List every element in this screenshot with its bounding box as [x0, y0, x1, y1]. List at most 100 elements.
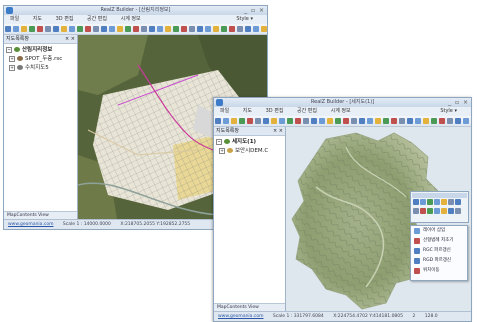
layer-item[interactable]: + 보안시DEM.C: [216, 147, 283, 156]
menu-3d-edit[interactable]: 3D 편집: [56, 15, 74, 24]
toolbar-tool-icon[interactable]: [391, 118, 397, 124]
toolbar-tool-icon[interactable]: [197, 26, 203, 32]
window-controls[interactable]: _ ▫ ×: [448, 98, 469, 107]
toolbar-tool-icon[interactable]: [383, 118, 389, 124]
window-controls[interactable]: _ ▫ ×: [244, 6, 265, 15]
toolbar-tool-icon[interactable]: [53, 26, 59, 32]
menu-file[interactable]: 파일: [220, 107, 229, 116]
toolbar-tool-icon[interactable]: [415, 118, 421, 124]
toolbar-tool-icon[interactable]: [149, 26, 155, 32]
toolbar-tool-icon[interactable]: [319, 118, 325, 124]
expand-icon[interactable]: +: [9, 55, 15, 62]
toolbar-tool-icon[interactable]: [407, 118, 413, 124]
save-icon[interactable]: [448, 208, 454, 214]
toolbar-tool-icon[interactable]: [221, 26, 227, 32]
toolbar-tool-icon[interactable]: [61, 26, 67, 32]
toolbar-tool-icon[interactable]: [77, 26, 83, 32]
undo-view-icon[interactable]: [420, 199, 426, 205]
toolbar-tool-icon[interactable]: [343, 118, 349, 124]
zoom-in-icon[interactable]: [448, 199, 454, 205]
toolbar-tool-icon[interactable]: [439, 118, 445, 124]
toolbar-tool-icon[interactable]: [133, 26, 139, 32]
toolbar-tool-icon[interactable]: [423, 118, 429, 124]
layers-icon[interactable]: [455, 208, 461, 214]
toolbar-tool-icon[interactable]: [399, 118, 405, 124]
menu-view-info[interactable]: 시계 정보: [331, 107, 351, 116]
toolbar-tool-icon[interactable]: [247, 118, 253, 124]
toolbar-tool-icon[interactable]: [181, 26, 187, 32]
toolbar-tool-icon[interactable]: [117, 26, 123, 32]
expand-icon[interactable]: +: [9, 64, 15, 71]
toolbar-tool-icon[interactable]: [327, 118, 333, 124]
toolbar-tool-icon[interactable]: [85, 26, 91, 32]
move-icon[interactable]: [427, 199, 433, 205]
toolbar-tool-icon[interactable]: [279, 118, 285, 124]
layer-item[interactable]: − 산림지리정보: [6, 46, 75, 55]
layer-item[interactable]: − 세지도(1): [216, 138, 283, 147]
toolbar-tool-icon[interactable]: [295, 118, 301, 124]
select-icon[interactable]: [441, 199, 447, 205]
toolbar-tool-icon[interactable]: [141, 26, 147, 32]
layer-item[interactable]: + SPOT_두층.rsc: [6, 55, 75, 64]
menu-3d-edit[interactable]: 3D 편집: [266, 107, 284, 116]
toolbar-tool-icon[interactable]: [21, 26, 27, 32]
menu-item-move-position[interactable]: 위치이동: [411, 266, 467, 276]
toolbar-tool-icon[interactable]: [157, 26, 163, 32]
toolbar-tool-icon[interactable]: [109, 26, 115, 32]
toolbar-tool-icon[interactable]: [245, 26, 251, 32]
layer-item[interactable]: + 수치지도5: [6, 64, 75, 73]
toolbar-tool-icon[interactable]: [125, 26, 131, 32]
toolbar-tool-icon[interactable]: [29, 26, 35, 32]
floating-toolbar-grip[interactable]: [412, 193, 467, 198]
print-icon[interactable]: [434, 208, 440, 214]
toolbar-tool-icon[interactable]: [213, 26, 219, 32]
menu-item-legend[interactable]: 선형범례 저초기: [411, 236, 467, 246]
toolbar-tool-icon[interactable]: [165, 26, 171, 32]
toolbar-tool-icon[interactable]: [375, 118, 381, 124]
toolbar-tool-icon[interactable]: [287, 118, 293, 124]
toolbar-tool-icon[interactable]: [231, 118, 237, 124]
toolbar-tool-icon[interactable]: [229, 26, 235, 32]
toolbar-tool-icon[interactable]: [447, 118, 453, 124]
menu-spatial-edit[interactable]: 공간 편집: [87, 15, 107, 24]
toolbar-tool-icon[interactable]: [239, 118, 245, 124]
toolbar-tool-icon[interactable]: [223, 118, 229, 124]
toolbar-tool-icon[interactable]: [271, 118, 277, 124]
menu-item-insert-layer[interactable]: 레이어 삽입: [411, 226, 467, 236]
menu-item-rgc-refresh[interactable]: RGC 파르갱신: [411, 246, 467, 256]
toolbar-tool-icon[interactable]: [93, 26, 99, 32]
website-link[interactable]: www.geomania.com: [218, 314, 263, 319]
full-extent-icon[interactable]: [420, 208, 426, 214]
menu-file[interactable]: 파일: [10, 15, 19, 24]
refresh-icon[interactable]: [427, 208, 433, 214]
toolbar-tool-icon[interactable]: [311, 118, 317, 124]
toolbar-tool-icon[interactable]: [359, 118, 365, 124]
toolbar-tool-icon[interactable]: [189, 26, 195, 32]
panel-close-icon[interactable]: × ×: [65, 35, 75, 43]
style-dropdown[interactable]: Style ▾: [440, 107, 457, 116]
toolbar-tool-icon[interactable]: [431, 118, 437, 124]
menu-item-rgd-refresh[interactable]: RGD 파르갱신: [411, 256, 467, 266]
zoom-out-icon[interactable]: [434, 199, 440, 205]
menu-map[interactable]: 지도: [33, 15, 42, 24]
collapse-icon[interactable]: −: [6, 46, 12, 53]
zoom-window-icon[interactable]: [413, 208, 419, 214]
toolbar-tool-icon[interactable]: [5, 26, 11, 32]
menu-view-info[interactable]: 시계 정보: [121, 15, 141, 24]
toolbar-tool-icon[interactable]: [45, 26, 51, 32]
toolbar-tool-icon[interactable]: [367, 118, 373, 124]
toolbar-tool-icon[interactable]: [261, 26, 267, 32]
toolbar-tool-icon[interactable]: [215, 118, 221, 124]
toolbar-tool-icon[interactable]: [263, 118, 269, 124]
toolbar-tool-icon[interactable]: [463, 118, 469, 124]
website-link[interactable]: www.geomania.com: [8, 222, 53, 227]
toolbar-tool-icon[interactable]: [237, 26, 243, 32]
toolbar-tool-icon[interactable]: [37, 26, 43, 32]
toolbar-tool-icon[interactable]: [13, 26, 19, 32]
menu-map[interactable]: 지도: [243, 107, 252, 116]
toolbar-tool-icon[interactable]: [455, 118, 461, 124]
collapse-icon[interactable]: −: [216, 138, 222, 145]
search-icon[interactable]: [455, 199, 461, 205]
toolbar-tool-icon[interactable]: [351, 118, 357, 124]
toolbar-tool-icon[interactable]: [255, 118, 261, 124]
